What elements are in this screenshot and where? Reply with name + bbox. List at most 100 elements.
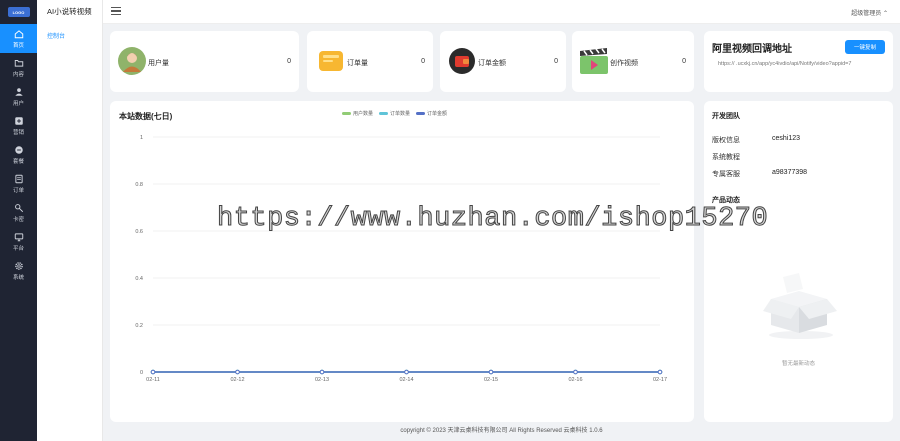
x-tick-label: 02-15 <box>484 377 498 383</box>
rail-item-label: 平台 <box>12 245 24 252</box>
rail-item-label: 套餐 <box>12 158 24 165</box>
y-tick-label: 0.6 <box>135 229 143 235</box>
stat-label: 用户量 <box>148 60 169 67</box>
stat-value: 0 <box>287 58 291 65</box>
ali-callback-title: 阿里视频回调地址 <box>712 44 792 55</box>
empty-text: 暂无最新动态 <box>781 361 815 367</box>
video-clapper-icon <box>580 48 608 74</box>
rail-item-label: 系统 <box>12 274 24 281</box>
y-tick-label: 0.8 <box>135 182 143 188</box>
user-menu[interactable]: 超级管理员 ⌃ <box>851 8 888 17</box>
logo: LOGO <box>0 0 37 24</box>
submenu-item-dashboard[interactable]: 控制台 <box>37 31 102 40</box>
data-point <box>657 369 663 375</box>
rail-item-5[interactable]: 订单 <box>0 169 37 198</box>
team-row-label: 专属客服 <box>712 171 740 178</box>
chart-legend: 用户数量 订单数量 订单金额 <box>342 110 447 117</box>
rail-menu: 首页内容用户营销套餐订单卡密平台系统 <box>0 24 37 285</box>
x-tick-label: 02-11 <box>146 377 160 383</box>
stat-value: 0 <box>421 58 425 65</box>
chart-panel: 0 0.2 0.4 0.6 0.8 1 02-11 02-12 02-13 02-14 02-15 0… <box>110 101 694 422</box>
rail-item-label: 卡密 <box>12 216 24 223</box>
data-point <box>235 369 240 375</box>
stat-card-amount: 订单金额 0 <box>440 31 566 92</box>
ali-callback-card: 阿里视频回调地址 一键复制 https:// .ucxkj.cn/app/yc4… <box>704 31 893 92</box>
legend-item[interactable]: 订单数量 <box>379 110 410 117</box>
team-row-label: 版权信息 <box>712 137 740 144</box>
stat-card-videos: 创作视频 0 <box>572 31 694 92</box>
stat-card-orders: 订单量 0 <box>307 31 433 92</box>
x-tick-label: 02-12 <box>230 377 244 383</box>
rail-item-0[interactable]: 首页 <box>0 24 37 53</box>
y-tick-label: 0.2 <box>135 323 143 329</box>
data-point <box>488 369 494 375</box>
rail-item-3[interactable]: 营销 <box>0 111 37 140</box>
rail-item-1[interactable]: 内容 <box>0 53 37 82</box>
left-rail: LOGO 首页内容用户营销套餐订单卡密平台系统 <box>0 0 37 441</box>
rail-item-4[interactable]: 套餐 <box>0 140 37 169</box>
chart-title: 本站数据(七日) <box>119 112 173 121</box>
data-point <box>319 369 325 375</box>
rail-item-label: 用户 <box>12 100 24 107</box>
x-tick-label: 02-13 <box>315 377 329 383</box>
data-point <box>404 369 409 375</box>
stat-label: 订单金额 <box>478 60 506 67</box>
key-icon <box>14 203 23 212</box>
team-panel: 开发团队 版权信息 ceshi123 系统教程 专属客服 a98377398 产… <box>704 101 893 422</box>
stat-card-users: 用户量 0 <box>110 31 299 92</box>
logo-mark: LOGO <box>7 7 30 17</box>
rail-item-8[interactable]: 系统 <box>0 256 37 285</box>
stat-value: 0 <box>682 58 686 65</box>
rail-item-2[interactable]: 用户 <box>0 82 37 111</box>
rail-item-label: 首页 <box>12 42 24 49</box>
x-tick-label: 02-16 <box>568 377 582 383</box>
legend-label: 订单金额 <box>427 111 448 117</box>
topbar: 超级管理员 ⌃ <box>103 0 900 24</box>
legend-item[interactable]: 订单金额 <box>416 110 447 117</box>
legend-label: 用户数量 <box>353 111 374 117</box>
legend-label: 订单数量 <box>390 111 411 117</box>
home-icon <box>14 29 23 38</box>
monitor-icon <box>14 232 23 241</box>
rail-item-7[interactable]: 平台 <box>0 227 37 256</box>
x-tick-label: 02-17 <box>653 377 667 383</box>
stat-label: 创作视频 <box>610 60 638 67</box>
empty-box-icon <box>763 273 837 339</box>
callback-url: https:// .ucxkj.cn/app/yc4ivdio/api/Noti… <box>718 61 852 67</box>
order-icon <box>14 174 23 183</box>
rail-item-label: 营销 <box>12 129 24 136</box>
rail-item-label: 内容 <box>12 71 24 78</box>
menu-toggle-icon[interactable] <box>111 7 121 16</box>
legend-item[interactable]: 用户数量 <box>342 110 373 117</box>
wallet-card-icon <box>319 51 343 71</box>
copy-button[interactable]: 一键复制 <box>845 40 885 54</box>
team-row-value: ceshi123 <box>772 135 801 142</box>
app-title: AI小说转视频 <box>47 7 92 16</box>
y-tick-label: 0.4 <box>135 276 143 282</box>
team-title: 开发团队 <box>712 113 740 120</box>
submenu-panel: AI小说转视频 控制台 <box>37 0 103 441</box>
user-name: 超级管理员 <box>851 11 882 17</box>
team-row-label: 系统教程 <box>712 154 740 161</box>
y-tick-label: 0 <box>140 370 143 376</box>
data-point <box>573 369 578 375</box>
line-chart: 0 0.2 0.4 0.6 0.8 1 02-11 02-12 02-13 02-14 02-15 0… <box>135 135 667 383</box>
team-row-value: a98377398 <box>772 169 808 176</box>
avatar-icon <box>118 47 146 75</box>
package-icon <box>14 145 23 154</box>
rail-item-6[interactable]: 卡密 <box>0 198 37 227</box>
user-icon <box>14 87 23 96</box>
folder-icon <box>14 59 23 67</box>
marketing-icon <box>14 116 23 125</box>
wallet-icon <box>449 48 475 74</box>
y-tick-label: 1 <box>140 135 143 141</box>
footer-copyright: copyright © 2023 天津云桌科技有限公司 All Rights R… <box>400 428 603 434</box>
product-news-title: 产品动态 <box>712 197 740 204</box>
stat-value: 0 <box>554 58 558 65</box>
x-tick-label: 02-14 <box>399 377 413 383</box>
data-point <box>150 369 156 375</box>
chevron-up-icon: ⌃ <box>882 11 888 17</box>
rail-item-label: 订单 <box>12 187 24 194</box>
gear-icon <box>14 261 23 270</box>
stat-label: 订单量 <box>347 60 368 67</box>
